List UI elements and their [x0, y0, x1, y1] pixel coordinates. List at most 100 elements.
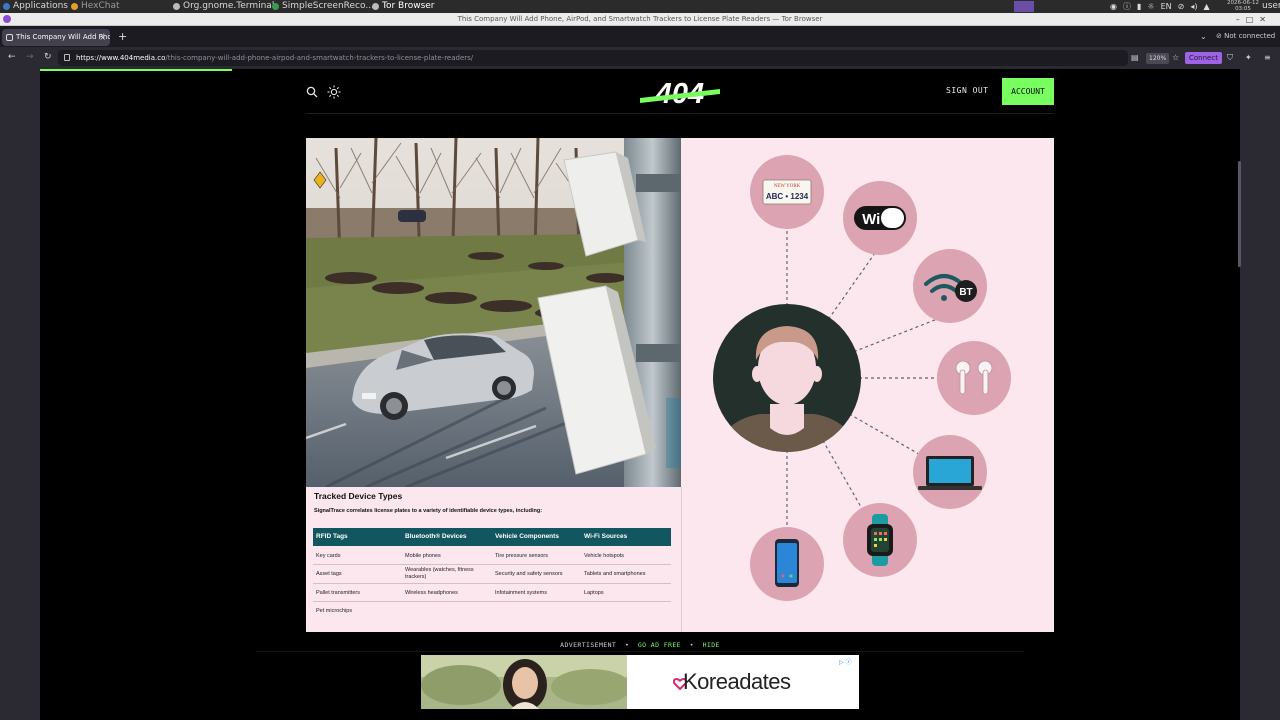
- plate-state: NEW YORK: [774, 184, 801, 189]
- go-ad-free-link[interactable]: GO AD FREE: [638, 641, 681, 649]
- phone-node: [750, 527, 824, 601]
- row-divider: [313, 583, 671, 584]
- site-logo[interactable]: 404: [638, 78, 722, 110]
- column-header: Wi-Fi Sources: [584, 533, 628, 540]
- bt-badge: BT: [959, 287, 972, 298]
- wifi-logo-text: Wi Fi: [862, 211, 898, 228]
- sign-out-link[interactable]: SIGN OUT: [946, 86, 989, 95]
- signal-icon[interactable]: ▮: [1137, 2, 1141, 11]
- applications-icon: [3, 3, 10, 10]
- forward-icon[interactable]: →: [26, 51, 34, 64]
- row-divider: [313, 564, 671, 565]
- reload-icon[interactable]: ↻: [44, 51, 52, 64]
- tab-strip: This Company Will Add Phone × + ⌄ ⊘ Not …: [0, 27, 1280, 47]
- table-cell: Security and safety sensors: [495, 571, 563, 577]
- network-icon[interactable]: ◉: [1110, 2, 1117, 11]
- connection-status[interactable]: ⊘ Not connected: [1216, 29, 1275, 44]
- table-description: SignalTrace correlates license plates to…: [314, 508, 543, 514]
- account-button[interactable]: ACCOUNT: [1002, 78, 1054, 105]
- table-cell: Tablets and smartphones: [584, 571, 646, 577]
- tor-browser-icon: [372, 3, 379, 10]
- hexchat-icon: [71, 3, 78, 10]
- table-cell: Asset tags: [316, 571, 342, 577]
- column-header: RFID Tags: [316, 533, 348, 540]
- system-panel: Applications HexChat Org.gnome.Terminal …: [0, 0, 1280, 13]
- theme-toggle-sun-icon[interactable]: [327, 85, 341, 99]
- table-cell: Key cards: [316, 553, 341, 559]
- tor-onion-icon: [3, 15, 11, 23]
- zoom-level[interactable]: 120%: [1146, 53, 1170, 64]
- ad-label-bar: ADVERTISEMENT • GO AD FREE • HIDE: [40, 641, 1240, 649]
- user-menu[interactable]: user: [1262, 0, 1280, 13]
- window-title: This Company Will Add Phone, AirPod, and…: [457, 15, 823, 23]
- taskbar-item-tor-browser[interactable]: Tor Browser: [371, 0, 435, 13]
- mic-muted-icon[interactable]: ⊘: [1178, 2, 1185, 11]
- taskbar-item-terminal[interactable]: Org.gnome.Terminal: [172, 0, 274, 13]
- article-figure: Tracked Device Types SignalTrace correla…: [306, 138, 1054, 632]
- table-heading: Tracked Device Types: [314, 491, 403, 501]
- applications-menu[interactable]: Applications: [2, 0, 68, 13]
- advertisement-banner[interactable]: Koreadates ▷ ⓧ: [421, 655, 859, 709]
- table-cell: Pallet transmitters: [316, 590, 361, 596]
- table-cell: Mobile phones: [405, 553, 441, 559]
- ad-photo: [421, 655, 627, 709]
- device-network-graphic: NEW YORK ABC • 1234 Wi Fi BT: [713, 155, 1011, 601]
- ad-choices-icon[interactable]: ▷ ⓧ: [839, 657, 852, 666]
- workspace-indicator[interactable]: [1014, 1, 1034, 12]
- updates-icon[interactable]: ⓘ: [1123, 2, 1131, 11]
- separator: •: [689, 641, 694, 649]
- maximize-icon[interactable]: □: [1246, 15, 1260, 24]
- smartwatch-node: [843, 503, 917, 577]
- list-all-tabs-icon[interactable]: ⌄: [1200, 29, 1207, 44]
- favicon-icon: [6, 34, 13, 41]
- separator: •: [624, 641, 630, 649]
- tor-connect-button[interactable]: Connect: [1185, 52, 1222, 64]
- tab-article[interactable]: This Company Will Add Phone ×: [2, 29, 110, 46]
- person-avatar-icon: [713, 304, 861, 452]
- ad-label: ADVERTISEMENT: [560, 641, 617, 649]
- plate-number: ABC • 1234: [766, 192, 809, 201]
- table-cell: Vehicle hotspots: [584, 553, 625, 559]
- minimize-icon[interactable]: –: [1236, 15, 1246, 24]
- keyboard-layout[interactable]: EN: [1161, 2, 1172, 11]
- url-path: /this-company-will-add-phone-airpod-and-…: [165, 54, 474, 62]
- new-identity-icon[interactable]: ✦: [1245, 51, 1252, 64]
- hide-ad-link[interactable]: HIDE: [703, 641, 720, 649]
- volume-icon[interactable]: ◂): [1190, 2, 1197, 11]
- bookmark-star-icon[interactable]: ☆: [1172, 51, 1179, 64]
- terminal-icon: [173, 3, 180, 10]
- shield-icon[interactable]: ⛉: [1227, 51, 1233, 64]
- new-tab-button[interactable]: +: [118, 29, 127, 44]
- table-cell: Wearables (watches, fitness trackers): [405, 567, 474, 580]
- taskbar-item-hexchat[interactable]: HexChat: [70, 0, 120, 13]
- weather-icon[interactable]: ☼: [1147, 2, 1154, 11]
- screen-recorder-icon: [272, 3, 279, 10]
- wifi-node: Wi Fi: [843, 181, 917, 255]
- table-cell: Infotainment systems: [495, 590, 547, 596]
- window-titlebar: This Company Will Add Phone, AirPod, and…: [0, 13, 1280, 26]
- clock[interactable]: 2026-06-12 03:05: [1226, 0, 1260, 12]
- column-header: Bluetooth® Devices: [405, 533, 467, 540]
- search-icon[interactable]: [306, 86, 318, 98]
- window-controls: –□✕: [1236, 13, 1272, 26]
- airpods-node: [937, 341, 1011, 415]
- system-tray: ◉ ⓘ ▮ ☼ EN ⊘ ◂) ▲: [1110, 0, 1216, 13]
- ad-divider: [256, 651, 1024, 652]
- scrollbar-thumb[interactable]: [1238, 161, 1241, 267]
- web-page: 404 SIGN OUT ACCOUNT: [40, 69, 1240, 720]
- close-icon[interactable]: ✕: [1259, 15, 1272, 24]
- reader-view-icon[interactable]: ▤: [1131, 51, 1139, 64]
- tab-close-icon[interactable]: ×: [99, 29, 106, 46]
- url-bar[interactable]: https://www.404media.co/this-company-wil…: [58, 50, 1128, 66]
- lock-icon[interactable]: [64, 54, 70, 61]
- license-plate-node: NEW YORK ABC • 1234: [750, 155, 824, 229]
- app-menu-icon[interactable]: ≡: [1264, 51, 1271, 64]
- table-cell: Wireless headphones: [405, 590, 458, 596]
- table-header-row: RFID Tags Bluetooth® Devices Vehicle Com…: [313, 528, 671, 546]
- ad-brand-name: Koreadates: [683, 669, 791, 694]
- page-load-progress: [40, 69, 232, 71]
- taskbar-item-screenrecorder[interactable]: SimpleScreenReco...: [271, 0, 374, 13]
- notifications-icon[interactable]: ▲: [1203, 2, 1209, 11]
- back-icon[interactable]: ←: [8, 51, 16, 64]
- browser-viewport: 404 SIGN OUT ACCOUNT: [0, 69, 1280, 720]
